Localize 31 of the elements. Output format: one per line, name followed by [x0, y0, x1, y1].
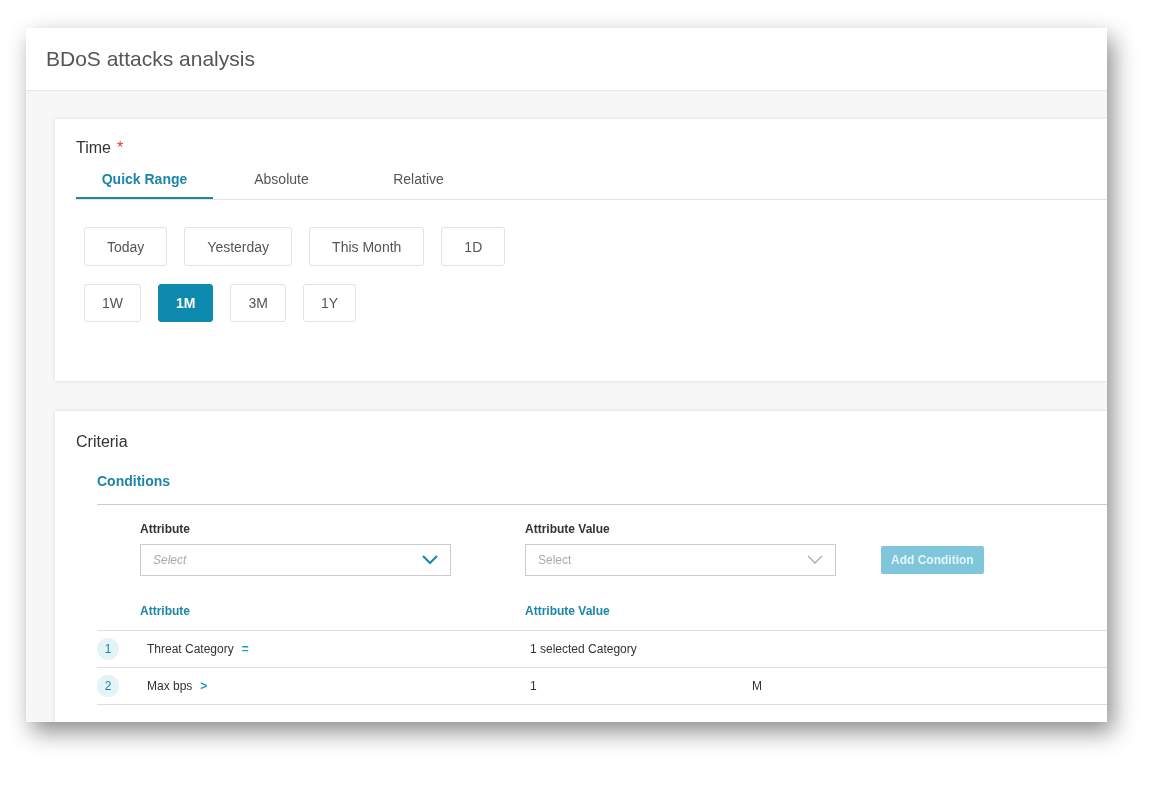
range-button[interactable]: Today: [84, 227, 168, 266]
range-button[interactable]: 1D: [441, 227, 506, 266]
field-label: Attribute: [140, 522, 191, 536]
tab[interactable]: Quick Range: [76, 171, 213, 199]
range-button[interactable]: This Month: [309, 227, 425, 266]
table-cell-text: 1 selected Category: [530, 642, 638, 656]
row-number-badge: 2: [97, 675, 119, 697]
tab[interactable]: Relative: [350, 171, 487, 199]
column-header: Attribute: [140, 604, 190, 618]
chevron-down-icon: [422, 555, 438, 565]
window-title: BDoS attacks analysis: [46, 47, 255, 71]
section-title: Criteria: [76, 433, 128, 451]
chevron-down-icon: [807, 555, 823, 565]
range-button[interactable]: Yesterday: [184, 227, 293, 266]
tab[interactable]: Absolute: [213, 171, 350, 199]
operator-symbol: =: [241, 642, 249, 656]
unit-text: M: [752, 679, 762, 693]
table-cell-text: 1: [530, 679, 538, 693]
row-number-badge: 1: [97, 638, 119, 660]
range-button[interactable]: 3M: [230, 284, 286, 322]
required-mark: *: [116, 139, 124, 157]
subsection-title: Conditions: [97, 473, 172, 489]
column-header: Attribute Value: [525, 604, 610, 618]
range-button[interactable]: 1W: [84, 284, 141, 322]
range-button[interactable]: 1Y: [302, 284, 357, 322]
range-button[interactable]: 1M: [158, 284, 214, 322]
table-cell: Max bps: [147, 679, 193, 693]
section-title: Time: [76, 139, 111, 157]
table-cell: Threat Category: [147, 642, 234, 656]
operator-symbol: >: [200, 679, 208, 693]
field-label: Attribute Value: [525, 522, 611, 536]
